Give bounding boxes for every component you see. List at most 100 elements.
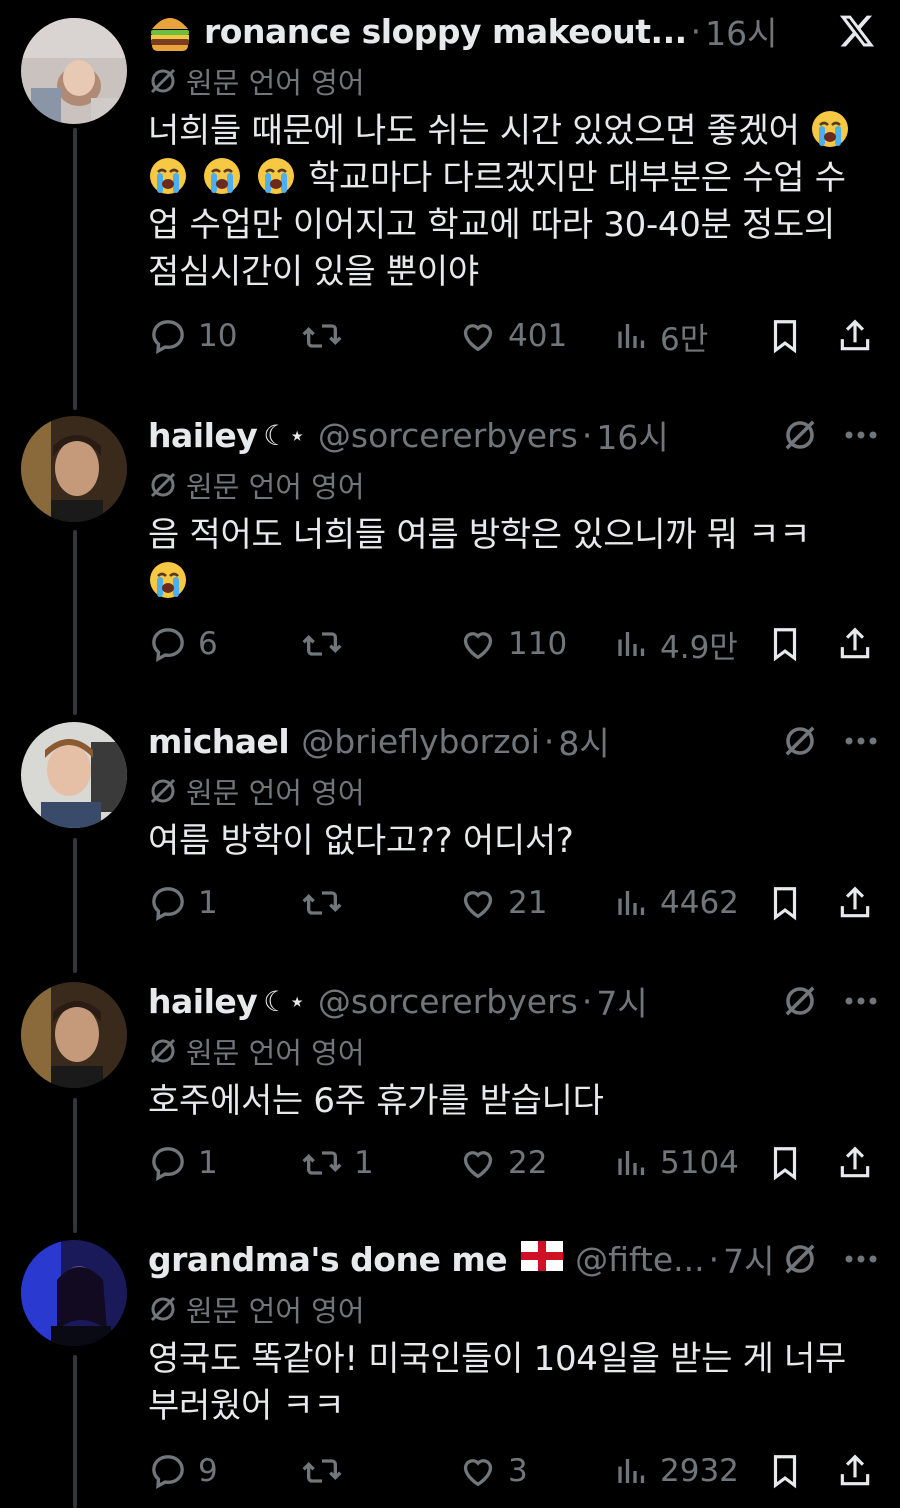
tweet[interactable]: hailey ☾⋆ @sorcererbyers · 7시 원문 언어 영어 호… [0, 976, 900, 1236]
heart-icon [463, 1459, 493, 1487]
reply-icon [152, 320, 184, 354]
timestamp[interactable]: 7시 [723, 1235, 774, 1283]
handle[interactable]: @sorcererbyers [318, 416, 578, 455]
like-button[interactable]: 22 [458, 1140, 547, 1186]
share-icon [840, 886, 870, 918]
translate-icon [150, 68, 176, 94]
display-name[interactable]: grandma's done me [148, 1240, 508, 1279]
views-button[interactable]: 4.9만 [614, 621, 738, 667]
tweet[interactable]: hailey ☾⋆ @sorcererbyers · 16시 원문 언어 영어 … [0, 410, 900, 710]
bookmark-button[interactable] [766, 1140, 804, 1186]
display-name[interactable]: hailey [148, 982, 258, 1021]
translate-icon [150, 778, 176, 804]
like-button[interactable]: 21 [458, 880, 547, 926]
handle[interactable]: @fifte... [575, 1240, 705, 1279]
avatar[interactable] [21, 416, 127, 522]
more-options-icon[interactable] [844, 736, 878, 746]
translate-icon[interactable] [782, 1241, 818, 1277]
display-name[interactable]: ronance sloppy makeout... [204, 12, 687, 51]
more-options-icon[interactable] [844, 1254, 878, 1264]
like-button[interactable]: 3 [458, 1448, 528, 1494]
bookmark-icon [773, 1455, 797, 1489]
reply-button[interactable]: 6 [148, 621, 218, 667]
tweet[interactable]: michael @brieflyborzoi · 8시 원문 언어 영어 여름 … [0, 716, 900, 976]
like-button[interactable]: 110 [458, 621, 567, 667]
crying-face-emoji [258, 158, 294, 194]
share-button[interactable] [836, 1140, 874, 1186]
timestamp[interactable]: 16시 [596, 411, 668, 459]
retweet-icon [302, 632, 342, 656]
bookmark-button[interactable] [766, 313, 804, 359]
share-icon [840, 1454, 870, 1486]
heart-icon [463, 891, 493, 919]
retweet-button[interactable] [300, 621, 354, 667]
display-name[interactable]: michael [148, 722, 290, 761]
retweet-icon [302, 1151, 342, 1175]
more-options-icon[interactable] [844, 430, 878, 440]
tweet[interactable]: grandma's done me @fifte... · 7시 원문 언어 영… [0, 1234, 900, 1508]
timestamp[interactable]: 7시 [596, 977, 647, 1025]
share-icon [840, 627, 870, 659]
translate-icon [150, 1296, 176, 1322]
views-button[interactable]: 2932 [614, 1448, 739, 1494]
reply-button[interactable]: 10 [148, 313, 237, 359]
translation-label: 원문 언어 영어 [186, 1036, 365, 1070]
share-icon [840, 1146, 870, 1178]
translation-note[interactable]: 원문 언어 영어 [148, 1286, 878, 1332]
handle[interactable]: @sorcererbyers [318, 982, 578, 1021]
timestamp[interactable]: 16시 [705, 7, 777, 55]
tweet-text: 호주에서는 6주 휴가를 받습니다 [148, 1081, 604, 1121]
display-name[interactable]: hailey [148, 416, 258, 455]
share-button[interactable] [836, 621, 874, 667]
avatar[interactable] [21, 722, 127, 828]
avatar[interactable] [21, 18, 127, 124]
reply-button[interactable]: 9 [148, 1448, 218, 1494]
views-button[interactable]: 6만 [614, 313, 708, 359]
tweet-text: 여름 방학이 없다고?? 어디서? [148, 821, 574, 861]
retweet-button[interactable]: 1 [300, 1140, 374, 1186]
share-button[interactable] [836, 1448, 874, 1494]
crying-face-emoji [150, 158, 186, 194]
views-icon [618, 1459, 645, 1483]
bookmark-button[interactable] [766, 621, 804, 667]
retweet-button[interactable] [300, 1448, 354, 1494]
views-button[interactable]: 4462 [614, 880, 739, 926]
avatar[interactable] [21, 1240, 127, 1346]
translation-note[interactable]: 원문 언어 영어 [148, 1028, 878, 1074]
like-button[interactable]: 401 [458, 313, 567, 359]
handle[interactable]: @brieflyborzoi [301, 722, 540, 761]
reply-button[interactable]: 1 [148, 1140, 218, 1186]
x-logo-icon[interactable] [838, 12, 876, 50]
share-icon [840, 319, 870, 351]
bookmark-button[interactable] [766, 880, 804, 926]
translation-note[interactable]: 원문 언어 영어 [148, 768, 878, 814]
tweet[interactable]: ronance sloppy makeout... · 16시 원문 언어 영어… [0, 0, 900, 400]
reply-icon [152, 1147, 184, 1181]
share-button[interactable] [836, 313, 874, 359]
translate-icon[interactable] [782, 723, 818, 759]
share-button[interactable] [836, 880, 874, 926]
retweet-button[interactable] [300, 880, 354, 926]
translation-note[interactable]: 원문 언어 영어 [148, 58, 878, 104]
action-bar: 9 3 2932 [148, 1448, 878, 1494]
action-bar: 6 110 4.9만 [148, 621, 878, 667]
heart-icon [463, 1151, 493, 1179]
action-bar: 1 1 22 5104 [148, 1140, 878, 1186]
translate-icon[interactable] [782, 417, 818, 453]
heart-icon [463, 324, 493, 352]
bookmark-icon [773, 887, 797, 921]
bookmark-button[interactable] [766, 1448, 804, 1494]
tweet-text: 너희들 때문에 나도 쉬는 시간 있었으면 좋겠어 학교마다 다르겠지만 대부분… [148, 108, 878, 296]
translate-icon[interactable] [782, 983, 818, 1019]
views-button[interactable]: 5104 [614, 1140, 739, 1186]
avatar[interactable] [21, 982, 127, 1088]
timestamp[interactable]: 8시 [558, 717, 609, 765]
reply-icon [152, 887, 184, 921]
heart-icon [463, 632, 493, 660]
retweet-button[interactable] [300, 313, 354, 359]
views-icon [618, 632, 645, 656]
more-options-icon[interactable] [844, 996, 878, 1006]
reply-button[interactable]: 1 [148, 880, 218, 926]
translate-icon [150, 472, 176, 498]
translation-note[interactable]: 원문 언어 영어 [148, 462, 878, 508]
